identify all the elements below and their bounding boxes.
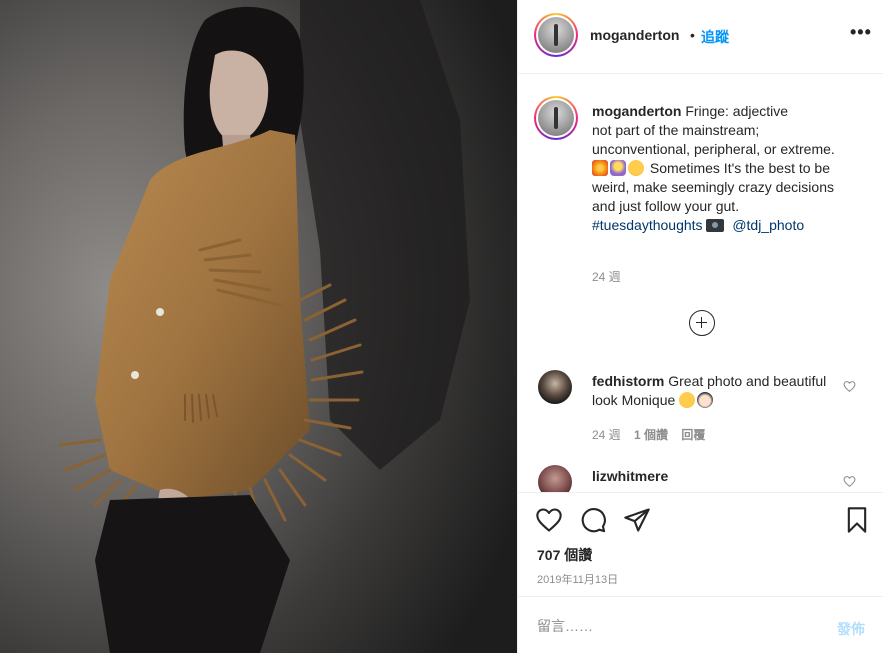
hashtag-link[interactable]: #tuesdaythoughts (592, 217, 703, 233)
comment-likes-count[interactable]: 1 個讚 (634, 428, 668, 442)
caption-timestamp[interactable]: 24 週 (592, 268, 621, 285)
collision-icon (592, 160, 608, 176)
caption-line-2: not part of the mainstream; unconvention… (592, 122, 835, 157)
follow-button[interactable]: 追蹤 (701, 27, 729, 47)
photo-illustration (0, 0, 517, 653)
add-comment-bar: 發佈 (518, 596, 883, 653)
caption-text: moganderton Fringe: adjective not part o… (592, 102, 852, 235)
share-direct-icon[interactable] (623, 506, 651, 534)
camera-icon (706, 219, 725, 232)
post-photo[interactable] (0, 0, 517, 653)
post-side-panel: moganderton • 追蹤 ••• moganderton Fringe:… (517, 0, 883, 653)
more-options-icon[interactable]: ••• (850, 22, 872, 43)
comment-meta: 24 週 1 個讚 回覆 (592, 426, 715, 443)
author-username[interactable]: moganderton (590, 27, 679, 43)
separator-dot: • (690, 27, 695, 43)
woman-tipping-hand-icon (610, 160, 626, 176)
mention-link[interactable]: @tdj_photo (732, 217, 804, 233)
caption-line-1: Fringe: adjective (685, 103, 789, 119)
caption-username[interactable]: moganderton (592, 103, 681, 119)
girl-icon (697, 392, 714, 408)
post-date[interactable]: 2019年11月13日 (537, 571, 618, 587)
comment-bubble-icon[interactable] (579, 506, 607, 534)
comment-text: lizwhitmere (592, 467, 837, 486)
likes-count[interactable]: 707 個讚 (537, 545, 592, 565)
comment-like-heart-icon[interactable] (843, 475, 856, 488)
caption-avatar[interactable] (534, 96, 578, 140)
hugging-face-icon (628, 160, 644, 176)
comments-list[interactable]: moganderton Fringe: adjective not part o… (518, 75, 883, 492)
load-more-comments-icon[interactable] (689, 310, 715, 336)
smirking-face-icon (679, 392, 696, 408)
comment-input[interactable] (537, 616, 817, 636)
comment-like-heart-icon[interactable] (843, 380, 856, 393)
commenter-username[interactable]: fedhistorm (592, 373, 664, 389)
author-avatar[interactable] (534, 13, 578, 57)
save-bookmark-icon[interactable] (843, 506, 871, 534)
commenter-avatar[interactable] (538, 465, 572, 492)
post-comment-button[interactable]: 發佈 (837, 619, 865, 639)
commenter-username[interactable]: lizwhitmere (592, 468, 668, 484)
comment-timestamp[interactable]: 24 週 (592, 428, 621, 442)
reply-button[interactable]: 回覆 (681, 428, 705, 442)
commenter-avatar[interactable] (538, 370, 572, 404)
like-heart-icon[interactable] (535, 506, 563, 534)
comment-text: fedhistorm Great photo and beautiful loo… (592, 372, 837, 410)
post-actions: 707 個讚 2019年11月13日 (518, 492, 883, 596)
post-header: moganderton • 追蹤 ••• (518, 0, 883, 74)
